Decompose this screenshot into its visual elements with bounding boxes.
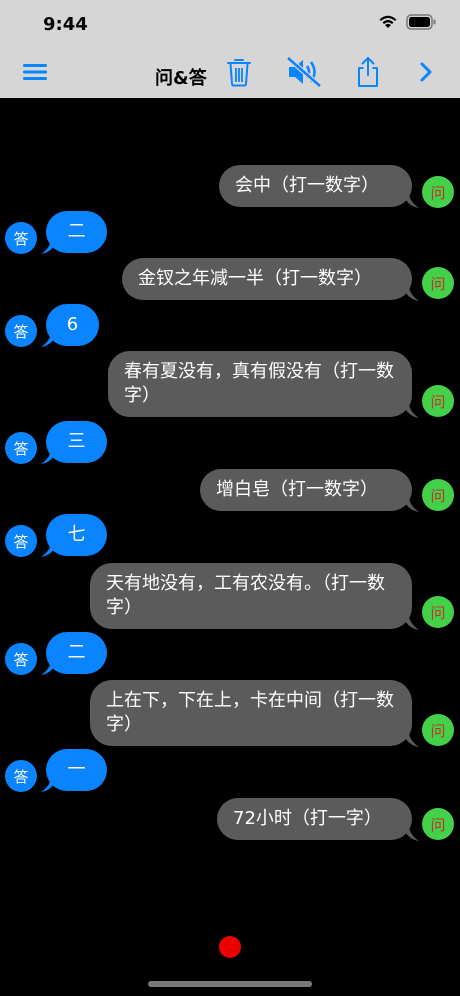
answer-bubble: 6	[46, 304, 99, 346]
question-avatar: 问	[422, 596, 454, 628]
question-bubble: 增白皂（打一数字）	[200, 469, 412, 511]
question-text: 天有地没有，工有农没有。（打一数字）	[106, 573, 385, 618]
answer-text: 二	[67, 642, 86, 663]
wifi-icon	[378, 14, 398, 30]
answer-text: 一	[67, 759, 86, 780]
question-text: 增白皂（打一数字）	[216, 479, 378, 500]
question-bubble-tail	[403, 287, 419, 301]
question-bubble: 72小时（打一字）	[217, 798, 412, 840]
question-avatar: 问	[422, 267, 454, 299]
question-bubble: 会中（打一数字）	[219, 165, 412, 207]
answer-bubble: 二	[46, 632, 107, 674]
chat-thread: 会中（打一数字） 问 答 二 金钗之年减一半（打一数字） 问 答 6 春有夏没有…	[0, 98, 460, 996]
question-bubble-tail	[403, 194, 419, 208]
next-button[interactable]	[410, 58, 442, 90]
app-screen: 9:44 问&答 会中（打一数字） 问 答 二 金钗之年减一半（打一数字） 问 …	[0, 0, 460, 996]
mute-button[interactable]	[285, 56, 323, 92]
question-text: 会中（打一数字）	[235, 175, 379, 196]
question-bubble: 春有夏没有，真有假没有（打一数字）	[108, 351, 412, 417]
question-bubble-tail	[403, 498, 419, 512]
answer-avatar: 答	[5, 222, 37, 254]
answer-avatar: 答	[5, 760, 37, 792]
answer-text: 二	[67, 221, 86, 242]
record-button[interactable]	[219, 936, 241, 958]
header: 9:44 问&答	[0, 0, 460, 98]
answer-bubble: 二	[46, 211, 107, 253]
question-bubble-tail	[403, 616, 419, 630]
trash-icon	[226, 57, 252, 91]
question-bubble: 天有地没有，工有农没有。（打一数字）	[90, 563, 412, 629]
answer-bubble: 三	[46, 421, 107, 463]
menu-button[interactable]	[19, 58, 51, 90]
question-bubble: 金钗之年减一半（打一数字）	[122, 258, 412, 300]
answer-avatar: 答	[5, 315, 37, 347]
status-icons	[378, 14, 436, 30]
nav-bar: 问&答	[0, 54, 460, 94]
answer-avatar: 答	[5, 525, 37, 557]
question-avatar: 问	[422, 808, 454, 840]
question-bubble-tail	[403, 733, 419, 747]
question-avatar: 问	[422, 479, 454, 511]
status-time: 9:44	[43, 14, 88, 35]
chevron-right-icon	[417, 61, 435, 87]
question-avatar: 问	[422, 385, 454, 417]
question-text: 上在下，下在上，卡在中间（打一数字）	[106, 690, 394, 735]
question-avatar: 问	[422, 714, 454, 746]
answer-bubble: 七	[46, 514, 107, 556]
share-button[interactable]	[352, 56, 384, 92]
home-indicator[interactable]	[148, 981, 312, 987]
question-text: 72小时（打一字）	[233, 808, 382, 829]
answer-text: 七	[67, 524, 86, 545]
delete-button[interactable]	[223, 58, 255, 90]
question-bubble-tail	[403, 827, 419, 841]
answer-bubble: 一	[46, 749, 107, 791]
question-text: 春有夏没有，真有假没有（打一数字）	[124, 361, 394, 406]
question-avatar: 问	[422, 176, 454, 208]
page-title: 问&答	[155, 68, 207, 89]
answer-avatar: 答	[5, 432, 37, 464]
question-bubble-tail	[403, 404, 419, 418]
menu-icon	[22, 62, 48, 86]
question-bubble: 上在下，下在上，卡在中间（打一数字）	[90, 680, 412, 746]
answer-text: 三	[67, 431, 86, 452]
share-icon	[355, 56, 381, 92]
question-text: 金钗之年减一半（打一数字）	[138, 268, 372, 289]
answer-text: 6	[66, 314, 79, 335]
speaker-muted-icon	[286, 56, 322, 92]
battery-icon	[406, 14, 436, 30]
answer-avatar: 答	[5, 643, 37, 675]
